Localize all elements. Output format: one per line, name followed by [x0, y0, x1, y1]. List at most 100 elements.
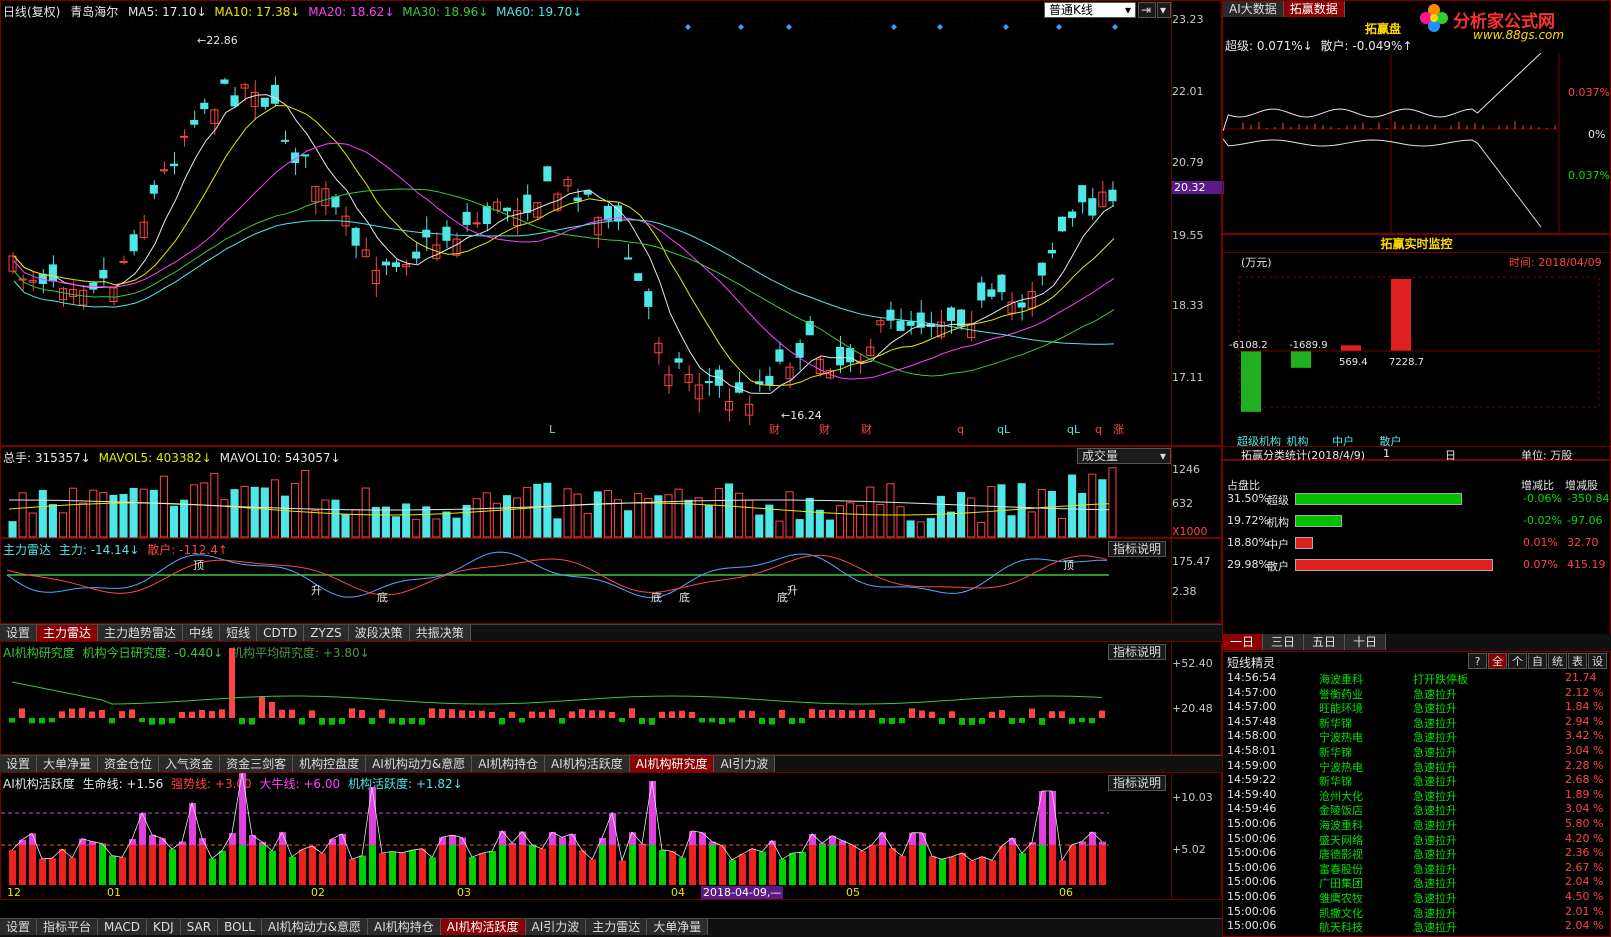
volume-bar — [674, 488, 683, 538]
research-tab-5[interactable]: 机构控盘度 — [293, 756, 367, 772]
sprite-row[interactable]: 14:57:00 旺能环境 急速拉升 1.84 % — [1223, 700, 1610, 715]
price-label-5: 18.33 — [1172, 299, 1204, 312]
research-tab-10[interactable]: AI引力波 — [714, 756, 776, 772]
radar-tab-7[interactable]: 波段决策 — [348, 625, 410, 641]
radar-tab-1[interactable]: 主力雷达 — [37, 625, 99, 641]
bottom-tab-10[interactable]: 主力雷达 — [586, 919, 648, 935]
period-tab-3[interactable]: 十日 — [1345, 634, 1387, 650]
period-tab-1[interactable]: 三日 — [1263, 634, 1305, 650]
bottom-tab-3[interactable]: KDJ — [147, 919, 181, 935]
bottom-tab-9[interactable]: AI引力波 — [525, 919, 587, 935]
bottom-tab-6[interactable]: AI机构动力&意愿 — [261, 919, 369, 935]
flower-logo-icon — [1419, 3, 1449, 33]
volume-bar — [58, 512, 68, 538]
bottom-tab-4[interactable]: SAR — [180, 919, 219, 935]
sprite-value: 2.04 % — [1565, 919, 1604, 933]
volume-pane[interactable]: 总手: 315357↓ MAVOL5: 403382↓ MAVOL10: 543… — [0, 446, 1222, 538]
retail-line — [1223, 138, 1542, 228]
research-tab-8[interactable]: AI机构活跃度 — [544, 756, 630, 772]
radar-pane[interactable]: 主力雷达 主力: -14.14↓ 散户: -112.4↑ 指标说明 顶升底底底底… — [0, 538, 1222, 624]
bottom-tab-5[interactable]: BOLL — [218, 919, 262, 935]
research-tab-9[interactable]: AI机构研究度 — [629, 756, 715, 772]
sprite-button-5[interactable]: 表 — [1568, 653, 1587, 669]
period-tab-0[interactable]: 一日 — [1222, 634, 1264, 650]
minute-label-3: 0.037% — [1568, 169, 1610, 182]
radar-tab-4[interactable]: 短线 — [220, 625, 258, 641]
radar-tab-2[interactable]: 主力趋势雷达 — [98, 625, 184, 641]
sprite-row[interactable]: 14:59:40 沧州大化 急速拉升 1.89 % — [1223, 788, 1610, 803]
stat-bar-fill — [1295, 559, 1493, 571]
bottom-tab-0[interactable]: 设置 — [0, 919, 38, 935]
research-tab-7[interactable]: AI机构持仓 — [472, 756, 545, 772]
sprite-button-2[interactable]: 个 — [1508, 653, 1527, 669]
sprite-button-1[interactable]: 全 — [1488, 653, 1507, 669]
sprite-row[interactable]: 15:00:06 富春股份 急速拉升 2.67 % — [1223, 861, 1610, 876]
tab-ai-big-data[interactable]: AI大数据 — [1223, 1, 1284, 17]
sprite-row[interactable]: 15:00:06 广田集团 急速拉升 2.04 % — [1223, 875, 1610, 890]
sprite-row[interactable]: 15:00:06 唐德影视 急速拉升 2.36 % — [1223, 846, 1610, 861]
activity-bar — [1089, 845, 1096, 885]
volume-bar — [169, 505, 179, 538]
tab-tuoying-data[interactable]: 拓赢数据 — [1283, 1, 1345, 17]
candle — [906, 321, 915, 326]
sprite-row[interactable]: 15:00:06 航天科技 急速拉升 2.04 % — [1223, 919, 1610, 934]
volume-bar — [240, 485, 249, 538]
signal-diamond — [738, 24, 744, 30]
research-bar — [689, 711, 695, 718]
sprite-row[interactable]: 14:59:22 新华锦 急速拉升 2.68 % — [1223, 773, 1610, 788]
research-tab-2[interactable]: 资金仓位 — [98, 756, 160, 772]
research-tab-1[interactable]: 大单净量 — [37, 756, 99, 772]
radar-tab-5[interactable]: CDTD — [257, 625, 305, 641]
sprite-row[interactable]: 14:57:48 新华锦 急速拉升 2.94 % — [1223, 715, 1610, 730]
volume-bar — [38, 489, 47, 538]
sprite-button-4[interactable]: 统 — [1548, 653, 1567, 669]
radar-tab-8[interactable]: 共振决策 — [409, 625, 471, 641]
sprite-row[interactable]: 15:00:06 凯撒文化 急速拉升 2.01 % — [1223, 905, 1610, 920]
event-label: 财 — [819, 422, 830, 436]
bottom-tab-1[interactable]: 指标平台 — [37, 919, 99, 935]
sprite-button-6[interactable]: 设 — [1588, 653, 1607, 669]
bottom-tab-8[interactable]: AI机构活跃度 — [440, 919, 526, 935]
bottom-tab-2[interactable]: MACD — [98, 919, 148, 935]
activity-bar — [1039, 845, 1046, 885]
research-bar — [99, 709, 105, 718]
research-bar — [109, 718, 115, 724]
radar-tab-3[interactable]: 中线 — [183, 625, 221, 641]
sprite-button-3[interactable]: 自 — [1528, 653, 1547, 669]
sprite-row[interactable]: 14:59:00 宁波热电 急速拉升 2.28 % — [1223, 759, 1610, 774]
low-marker: ←16.24 — [781, 409, 822, 422]
activity-bar — [809, 845, 816, 885]
activity-bar-top — [699, 832, 706, 845]
research-tab-6[interactable]: AI机构动力&意愿 — [366, 756, 473, 772]
sprite-row[interactable]: 14:56:54 海波重科 打开跌停板 21.74 — [1223, 671, 1610, 686]
radar-tab-6[interactable]: ZYZS — [304, 625, 349, 641]
bottom-tab-11[interactable]: 大单净量 — [647, 919, 709, 935]
sprite-row[interactable]: 14:59:46 金陵饭店 急速拉升 3.04 % — [1223, 802, 1610, 817]
sprite-row[interactable]: 15:00:06 海波重科 急速拉升 5.80 % — [1223, 817, 1610, 832]
candle — [573, 197, 582, 202]
sprite-row[interactable]: 15:00:06 雏鹰农牧 急速拉升 4.50 % — [1223, 890, 1610, 905]
sprite-row[interactable]: 14:58:00 宁波热电 急速拉升 3.42 % — [1223, 729, 1610, 744]
stat-row: 29.98% 散户 0.07% 415.19 — [1223, 558, 1610, 573]
volume-bar — [856, 505, 865, 538]
volume-bar — [1037, 489, 1046, 538]
radar-tab-0[interactable]: 设置 — [0, 625, 38, 641]
sprite-row[interactable]: 15:00:06 盛天网络 急速拉升 4.20 % — [1223, 832, 1610, 847]
activity-pane[interactable]: AI机构活跃度 生命线: +1.56 强势线: +3.00 大牛线: +6.00… — [0, 772, 1222, 900]
research-tab-0[interactable]: 设置 — [0, 756, 38, 772]
sprite-time: 15:00:06 — [1227, 860, 1277, 874]
bottom-tab-7[interactable]: AI机构持仓 — [368, 919, 441, 935]
sprite-row[interactable]: 14:58:01 新华锦 急速拉升 3.04 % — [1223, 744, 1610, 759]
sprite-event: 打开跌停板 — [1413, 673, 1468, 686]
research-bar — [719, 718, 725, 725]
sprite-row[interactable]: 14:57:00 誉衡药业 急速拉升 2.12 % — [1223, 686, 1610, 701]
period-tab-2[interactable]: 五日 — [1304, 634, 1346, 650]
activity-bar — [709, 845, 716, 885]
research-tab-4[interactable]: 资金三剑客 — [220, 756, 294, 772]
stat-n: 1 — [1383, 447, 1390, 460]
kline-pane[interactable]: 日线(复权) 青岛海尔 MA5: 17.10↓ MA10: 17.38↓ MA2… — [0, 0, 1224, 446]
research-pane[interactable]: AI机构研究度 机构今日研究度: -0.440↓ 机构平均研究度: +3.80↓… — [0, 641, 1222, 755]
sprite-button-0[interactable]: ? — [1468, 653, 1487, 669]
research-tab-3[interactable]: 入气资金 — [159, 756, 221, 772]
volume-bar — [8, 521, 17, 538]
